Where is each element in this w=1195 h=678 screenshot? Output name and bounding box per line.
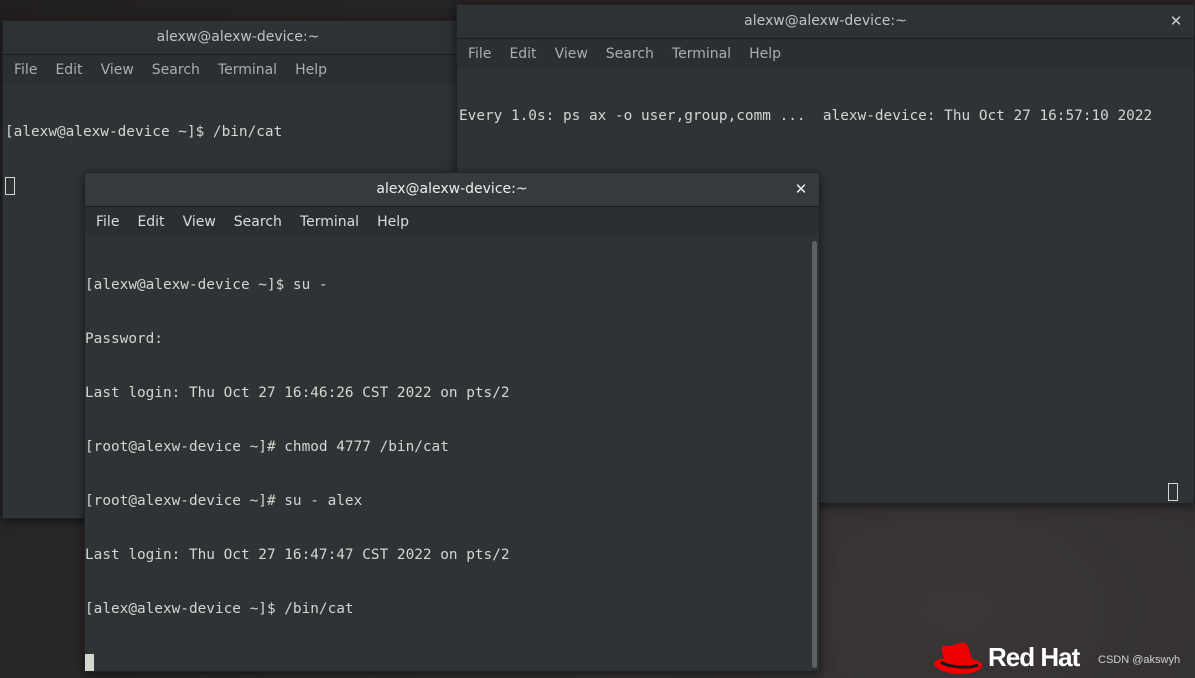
- terminal-line: Password:: [85, 331, 163, 347]
- menu-bar: File Edit View Search Terminal Help: [3, 55, 473, 85]
- desktop: alexw@alexw-device:~ File Edit View Sear…: [0, 0, 1195, 678]
- menu-help[interactable]: Help: [368, 214, 418, 230]
- menu-edit[interactable]: Edit: [500, 46, 545, 62]
- terminal-line: Last login: Thu Oct 27 16:46:26 CST 2022…: [85, 385, 510, 401]
- scrollbar[interactable]: [812, 241, 817, 668]
- menu-search[interactable]: Search: [225, 214, 291, 230]
- menu-terminal[interactable]: Terminal: [291, 214, 368, 230]
- terminal-line: [alexw@alexw-device ~]$ su -: [85, 277, 328, 293]
- title-bar[interactable]: alexw@alexw-device:~ ✕: [457, 5, 1194, 39]
- menu-edit[interactable]: Edit: [46, 62, 91, 78]
- terminal-window-front[interactable]: alex@alexw-device:~ ✕ File Edit View Sea…: [84, 172, 820, 672]
- terminal-cursor: [85, 654, 94, 671]
- menu-search[interactable]: Search: [597, 46, 663, 62]
- menu-view[interactable]: View: [174, 214, 225, 230]
- menu-help[interactable]: Help: [740, 46, 790, 62]
- redhat-hat-icon: [934, 642, 982, 674]
- close-icon[interactable]: ✕: [793, 181, 809, 197]
- terminal-line: [root@alexw-device ~]# chmod 4777 /bin/c…: [85, 439, 449, 455]
- menu-file[interactable]: File: [459, 46, 500, 62]
- menu-edit[interactable]: Edit: [128, 214, 173, 230]
- menu-bar: File Edit View Search Terminal Help: [457, 39, 1194, 69]
- menu-terminal[interactable]: Terminal: [663, 46, 740, 62]
- menu-search[interactable]: Search: [143, 62, 209, 78]
- window-title: alexw@alexw-device:~: [744, 13, 907, 29]
- menu-view[interactable]: View: [546, 46, 597, 62]
- terminal-line: [alexw@alexw-device ~]$ /bin/cat: [5, 124, 283, 140]
- title-bar[interactable]: alexw@alexw-device:~: [3, 21, 473, 55]
- terminal-cursor: [5, 177, 15, 195]
- terminal-line: Last login: Thu Oct 27 16:47:47 CST 2022…: [85, 547, 510, 563]
- watch-header: Every 1.0s: ps ax -o user,group,comm ...…: [459, 108, 1153, 124]
- terminal-output[interactable]: [alexw@alexw-device ~]$ su - Password: L…: [85, 238, 819, 671]
- terminal-line: [root@alexw-device ~]# su - alex: [85, 493, 363, 509]
- terminal-cursor: [1168, 483, 1178, 501]
- watermark-text: CSDN @akswyh: [1098, 654, 1181, 666]
- window-title: alex@alexw-device:~: [376, 181, 528, 197]
- menu-file[interactable]: File: [5, 62, 46, 78]
- title-bar[interactable]: alex@alexw-device:~ ✕: [85, 173, 819, 207]
- close-icon[interactable]: ✕: [1168, 13, 1184, 29]
- menu-bar: File Edit View Search Terminal Help: [85, 207, 819, 237]
- menu-file[interactable]: File: [87, 214, 128, 230]
- menu-help[interactable]: Help: [286, 62, 336, 78]
- menu-view[interactable]: View: [92, 62, 143, 78]
- menu-terminal[interactable]: Terminal: [209, 62, 286, 78]
- window-title: alexw@alexw-device:~: [156, 29, 320, 45]
- redhat-wordmark: Red Hat: [988, 642, 1080, 672]
- terminal-line: [alex@alexw-device ~]$ /bin/cat: [85, 601, 354, 617]
